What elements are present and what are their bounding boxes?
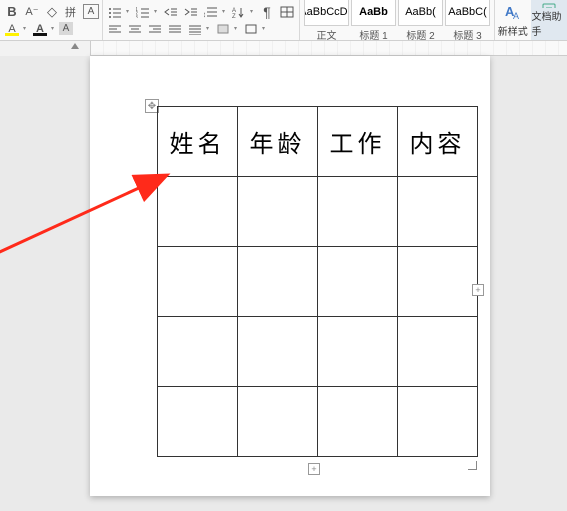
indent-marker[interactable]: [71, 43, 79, 49]
table-header-cell[interactable]: 工作: [318, 107, 398, 177]
table-cell[interactable]: [238, 387, 318, 457]
char-border-button[interactable]: A: [83, 4, 99, 19]
increase-indent-button[interactable]: [182, 3, 200, 20]
distribute-dropdown[interactable]: ▾: [206, 25, 212, 32]
style-label: 标题 2: [406, 27, 434, 42]
sort-button[interactable]: AZ: [230, 3, 248, 20]
align-justify-button[interactable]: [166, 20, 184, 37]
font-color-dropdown[interactable]: ▾: [51, 25, 57, 32]
content-table[interactable]: 姓名 年龄 工作 内容: [157, 106, 478, 457]
page[interactable]: ✥ 姓名 年龄 工作 内容 + +: [90, 56, 490, 496]
doc-assistant-button[interactable]: 文档助手: [531, 0, 567, 40]
svg-text:3: 3: [136, 15, 138, 18]
table-cell[interactable]: [398, 387, 478, 457]
svg-text:拼: 拼: [65, 5, 76, 19]
table-cell[interactable]: [158, 317, 238, 387]
table-cell[interactable]: [318, 387, 398, 457]
svg-text:↕: ↕: [204, 10, 206, 18]
table-cell[interactable]: [158, 177, 238, 247]
table-resize-handle[interactable]: [468, 461, 477, 470]
table-cell[interactable]: [238, 317, 318, 387]
paragraph-group: ▾ 123 ▾ ↕ ▾ AZ ▾ ¶ ▾ ▾ ▾: [103, 0, 300, 40]
document-area: ✥ 姓名 年龄 工作 内容 + +: [0, 56, 567, 511]
borders-button[interactable]: [242, 20, 260, 37]
styles-gallery: AaBbCcDd 正文 AaBb 标题 1 AaBb( 标题 2 AaBbC( …: [300, 0, 495, 40]
style-heading3[interactable]: AaBbC(: [445, 0, 490, 26]
ruler-strip[interactable]: [91, 41, 567, 56]
style-label: 标题 3: [453, 27, 481, 42]
style-heading2[interactable]: AaBb(: [398, 0, 443, 26]
shading-button[interactable]: [214, 20, 232, 37]
new-style-icon: AA: [503, 2, 523, 22]
shrink-font-button[interactable]: A⁻: [23, 3, 41, 20]
highlight-color-button[interactable]: A: [3, 20, 21, 37]
doc-assistant-label: 文档助手: [531, 8, 567, 38]
horizontal-ruler: [0, 41, 567, 56]
table-cell[interactable]: [318, 247, 398, 317]
bulleted-list-button[interactable]: [106, 3, 124, 20]
borders-dropdown[interactable]: ▾: [262, 25, 268, 32]
table-header-cell[interactable]: 内容: [398, 107, 478, 177]
highlight-color-dropdown[interactable]: ▾: [23, 25, 29, 32]
font-color-button[interactable]: A: [31, 20, 49, 37]
svg-text:A: A: [513, 11, 519, 21]
align-left-button[interactable]: [106, 20, 124, 37]
table-row[interactable]: [158, 247, 478, 317]
table-cell[interactable]: [318, 177, 398, 247]
align-right-button[interactable]: [146, 20, 164, 37]
style-heading1[interactable]: AaBb: [351, 0, 396, 26]
style-preview: AaBb: [359, 6, 388, 18]
table-header-cell[interactable]: 姓名: [158, 107, 238, 177]
table-row[interactable]: [158, 317, 478, 387]
line-spacing-dropdown[interactable]: ▾: [222, 8, 228, 15]
svg-text:Z: Z: [232, 14, 236, 18]
line-spacing-button[interactable]: ↕: [202, 3, 220, 20]
phonetic-guide-button[interactable]: 拼: [63, 3, 81, 20]
decrease-indent-button[interactable]: [162, 3, 180, 20]
style-label: 标题 1: [359, 27, 387, 42]
table-side-handle[interactable]: +: [472, 284, 484, 296]
bulleted-list-dropdown[interactable]: ▾: [126, 8, 132, 15]
numbered-list-button[interactable]: 123: [134, 3, 152, 20]
new-style-button[interactable]: AA 新样式: [495, 0, 531, 40]
new-style-label: 新样式: [498, 23, 528, 38]
table-cell[interactable]: [398, 247, 478, 317]
table-cell[interactable]: [238, 177, 318, 247]
table-cell[interactable]: [318, 317, 398, 387]
table-row[interactable]: [158, 387, 478, 457]
sort-dropdown[interactable]: ▾: [250, 8, 256, 15]
style-preview: AaBbCcDd: [304, 6, 349, 18]
distribute-button[interactable]: [186, 20, 204, 37]
align-center-button[interactable]: [126, 20, 144, 37]
style-normal[interactable]: AaBbCcDd: [304, 0, 349, 26]
show-marks-button[interactable]: ¶: [258, 3, 276, 20]
table-row[interactable]: 姓名 年龄 工作 内容: [158, 107, 478, 177]
table-cell[interactable]: [398, 317, 478, 387]
table-cell[interactable]: [398, 177, 478, 247]
table-cell[interactable]: [158, 387, 238, 457]
shading-dropdown[interactable]: ▾: [234, 25, 240, 32]
table-header-cell[interactable]: 年龄: [238, 107, 318, 177]
insert-table-button[interactable]: [278, 3, 296, 20]
ribbon: B A⁻ ◇ 拼 A A ▾ A ▾ A ▾ 123: [0, 0, 567, 41]
table-cell[interactable]: [158, 247, 238, 317]
font-format-group: B A⁻ ◇ 拼 A A ▾ A ▾ A: [0, 0, 103, 40]
char-shading-button[interactable]: A: [59, 22, 73, 35]
clear-formatting-button[interactable]: ◇: [43, 3, 61, 20]
bold-button[interactable]: B: [3, 3, 21, 20]
style-preview: AaBb(: [405, 6, 436, 18]
style-preview: AaBbC(: [448, 6, 487, 18]
numbered-list-dropdown[interactable]: ▾: [154, 8, 160, 15]
style-label: 正文: [317, 27, 337, 42]
table-bottom-handle[interactable]: +: [308, 463, 320, 475]
table-row[interactable]: [158, 177, 478, 247]
table-cell[interactable]: [238, 247, 318, 317]
